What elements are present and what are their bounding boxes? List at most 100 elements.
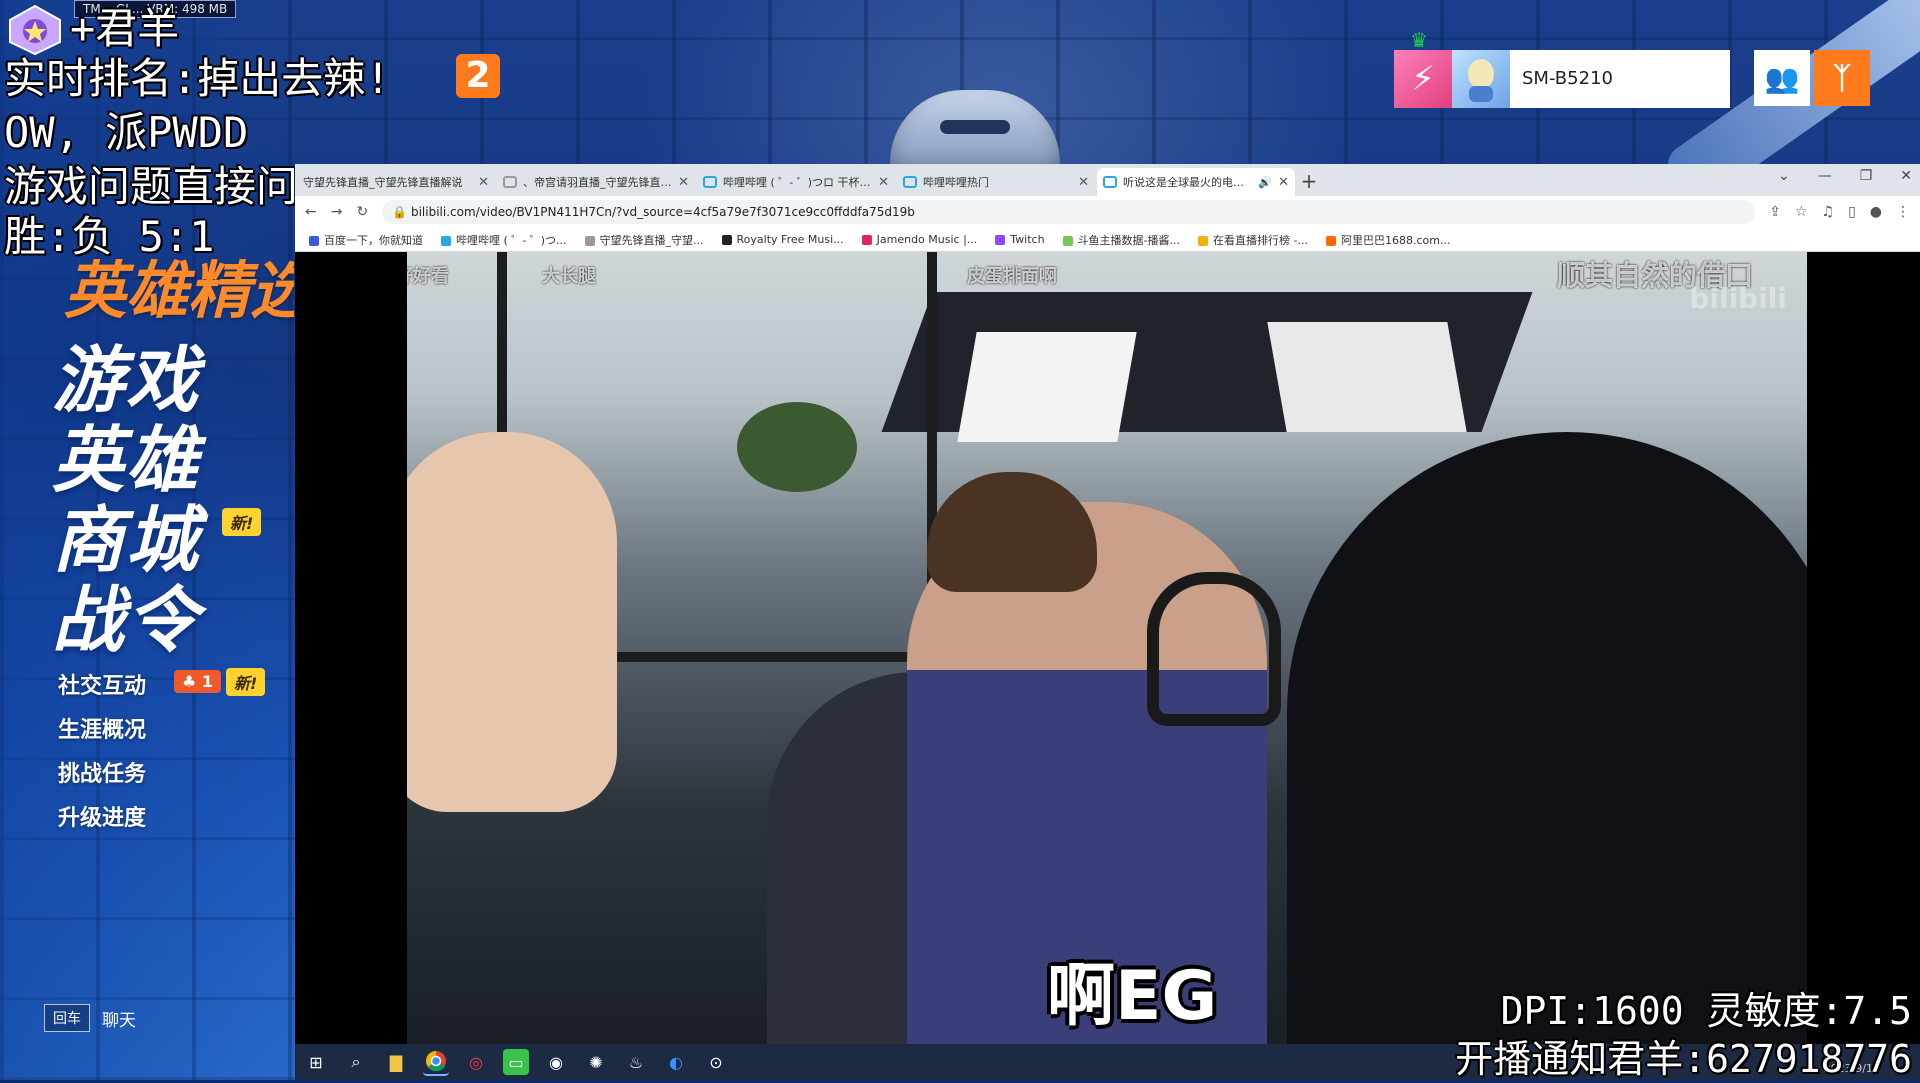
menu-item-shop[interactable]: 商城 bbox=[52, 500, 200, 580]
menu-item-heroes[interactable]: 英雄 bbox=[52, 420, 200, 500]
tab-title: 、帝宫请羽直播_守望先锋直播_ bbox=[523, 176, 673, 189]
bookmark-label: Twitch bbox=[1010, 233, 1045, 246]
streamer-name: +君羊 bbox=[70, 4, 180, 53]
browser-tab[interactable]: 守望先锋直播_守望先锋直播解说 ✕ bbox=[297, 168, 495, 196]
video-subtitle: 啊EG bbox=[1047, 957, 1218, 1036]
video-player[interactable]: 腿好好看 大长腿 皮蛋排面啊 顺其自然的借口 bilibili 啊EG bbox=[407, 252, 1807, 1044]
site-icon bbox=[721, 235, 732, 245]
bookmark-item[interactable]: 在看直播排行榜 -... bbox=[1198, 232, 1308, 248]
chrome-icon[interactable] bbox=[423, 1048, 449, 1076]
steam-icon[interactable]: ♨ bbox=[623, 1049, 649, 1075]
bilibili-favicon-icon bbox=[903, 176, 917, 188]
qq-icon[interactable]: ◐ bbox=[663, 1049, 689, 1075]
player-name: SM-B5210 bbox=[1510, 50, 1730, 108]
menu-item-battle-pass[interactable]: 战令 bbox=[52, 580, 200, 660]
bookmark-item[interactable]: 百度一下，你就知道 bbox=[309, 232, 423, 248]
tab-close-icon[interactable]: ✕ bbox=[678, 175, 689, 190]
tab-close-icon[interactable]: ✕ bbox=[878, 175, 889, 190]
obs-icon[interactable]: ◉ bbox=[543, 1049, 569, 1075]
game-logo-2: 2 bbox=[456, 54, 500, 98]
back-icon[interactable]: ← bbox=[305, 204, 317, 220]
overlay-team-info: OW, 派PWDD bbox=[4, 108, 249, 157]
browser-tab-active[interactable]: 听说这是全球最火的电竞比赛 🔊 ✕ bbox=[1097, 168, 1295, 196]
site-icon bbox=[584, 235, 595, 246]
tab-close-icon[interactable]: ✕ bbox=[1078, 175, 1089, 190]
bookmark-item[interactable]: 守望先锋直播_守望... bbox=[584, 232, 704, 248]
bookmark-item[interactable]: 哔哩哔哩 ( ゜- ゜)つ... bbox=[441, 232, 567, 248]
menu-item-challenges[interactable]: 挑战任务 bbox=[58, 756, 146, 788]
tab-close-icon[interactable]: ✕ bbox=[478, 175, 489, 190]
bookmark-label: 守望先锋直播_守望... bbox=[599, 233, 704, 247]
menu-item-play[interactable]: 游戏 bbox=[52, 340, 200, 420]
wechat-icon[interactable]: ▭ bbox=[503, 1049, 529, 1075]
tab-close-icon[interactable]: ✕ bbox=[1278, 175, 1289, 190]
battle-pass-button[interactable]: ᛉ bbox=[1814, 50, 1870, 106]
reload-icon[interactable]: ↻ bbox=[356, 204, 368, 220]
url-field[interactable]: 🔒 bilibili.com/video/BV1PN411H7Cn/?vd_so… bbox=[382, 200, 1756, 224]
bilibili-icon bbox=[441, 235, 451, 246]
share-icon[interactable]: ⇪ bbox=[1769, 204, 1781, 220]
bookmark-label: 在看直播排行榜 -... bbox=[1213, 233, 1308, 247]
social-notification-badge: ♣ 1 bbox=[174, 670, 222, 693]
browser-tab[interactable]: 哔哩哔哩热门 ✕ bbox=[897, 168, 1095, 196]
side-panel-icon[interactable]: ▯ bbox=[1848, 204, 1856, 220]
search-icon[interactable]: ⌕ bbox=[343, 1049, 369, 1075]
player-icon: ⚡ bbox=[1394, 50, 1452, 108]
new-tab-button[interactable]: + bbox=[1295, 168, 1323, 196]
friend-icon: ♣ bbox=[182, 672, 197, 691]
group-icon: 👥 bbox=[1764, 61, 1800, 95]
group-button[interactable]: 👥 bbox=[1754, 50, 1810, 106]
bookmark-label: 阿里巴巴1688.com... bbox=[1341, 233, 1451, 247]
media-controls-icon[interactable]: ♫ bbox=[1822, 204, 1835, 220]
bookmark-label: 斗鱼主播数据-播酱... bbox=[1077, 233, 1181, 247]
player-card[interactable]: ⚡ SM-B5210 bbox=[1394, 50, 1730, 108]
party-leader-crown-icon: ♛ bbox=[1410, 28, 1428, 52]
menu-item-social[interactable]: 社交互动 bbox=[58, 668, 146, 700]
windows-start-icon[interactable]: ⊞ bbox=[303, 1049, 329, 1075]
bilibili-favicon-icon bbox=[703, 176, 717, 188]
bilibili-favicon-icon bbox=[1103, 176, 1117, 188]
forward-icon[interactable]: → bbox=[331, 204, 343, 220]
bookmark-label: Jamendo Music |... bbox=[876, 233, 978, 246]
video-scene-light bbox=[1267, 322, 1467, 432]
bookmark-label: 百度一下，你就知道 bbox=[324, 233, 423, 247]
bookmark-item[interactable]: Twitch bbox=[995, 233, 1045, 246]
close-window-icon[interactable]: ✕ bbox=[1900, 168, 1912, 184]
tab-search-icon[interactable]: ⌄ bbox=[1778, 168, 1790, 184]
menu-item-progression[interactable]: 升级进度 bbox=[58, 800, 146, 832]
overwatch-icon[interactable]: ⊙ bbox=[703, 1049, 729, 1075]
profile-icon[interactable]: ● bbox=[1870, 204, 1882, 220]
file-explorer-icon[interactable]: ▇ bbox=[383, 1049, 409, 1075]
browser-tab[interactable]: 、帝宫请羽直播_守望先锋直播_ ✕ bbox=[497, 168, 695, 196]
jamendo-icon bbox=[861, 235, 872, 245]
video-scene-player-head bbox=[927, 472, 1097, 592]
overlay-rank-status: 实时排名:掉出去辣! bbox=[4, 54, 391, 103]
minimize-icon[interactable]: — bbox=[1818, 168, 1832, 184]
danmaku-comment: 腿好好看 bbox=[407, 266, 449, 287]
bookmark-item[interactable]: Royalty Free Musi... bbox=[721, 233, 844, 246]
browser-tab[interactable]: 哔哩哔哩 ( ゜- ゜)つロ 干杯~-bili ✕ bbox=[697, 168, 895, 196]
bookmark-label: 哔哩哔哩 ( ゜- ゜)つ... bbox=[456, 233, 567, 247]
bookmark-item[interactable]: Jamendo Music |... bbox=[861, 233, 978, 246]
menu-item-career[interactable]: 生涯概况 bbox=[58, 712, 146, 744]
restore-icon[interactable]: ❐ bbox=[1860, 168, 1873, 184]
site-icon bbox=[1198, 235, 1209, 246]
video-scene-tree bbox=[737, 402, 857, 492]
overlay-notify-group: 开播通知君羊:627918776 bbox=[1455, 1037, 1912, 1081]
rank-emblem-icon bbox=[9, 4, 61, 56]
player-avatar bbox=[1452, 50, 1510, 108]
overlay-dpi-sensitivity: DPI:1600 灵敏度:7.5 bbox=[1500, 989, 1912, 1033]
bookmark-item[interactable]: 斗鱼主播数据-播酱... bbox=[1062, 232, 1181, 248]
bookmark-star-icon[interactable]: ☆ bbox=[1795, 204, 1808, 220]
audio-playing-icon[interactable]: 🔊 bbox=[1258, 176, 1272, 189]
netease-music-icon[interactable]: ◎ bbox=[463, 1049, 489, 1075]
chat-prompt[interactable]: 回车 聊天 bbox=[44, 1004, 136, 1032]
battlenet-icon[interactable]: ✺ bbox=[583, 1049, 609, 1075]
tab-favicon-icon bbox=[503, 176, 517, 188]
shop-new-badge: 新! bbox=[222, 508, 262, 536]
bookmark-item[interactable]: 阿里巴巴1688.com... bbox=[1326, 232, 1450, 248]
lock-icon: 🔒 bbox=[392, 205, 408, 219]
video-scene-hand bbox=[407, 432, 617, 812]
menu-kebab-icon[interactable]: ⋮ bbox=[1896, 204, 1910, 220]
social-count: 1 bbox=[201, 672, 214, 691]
